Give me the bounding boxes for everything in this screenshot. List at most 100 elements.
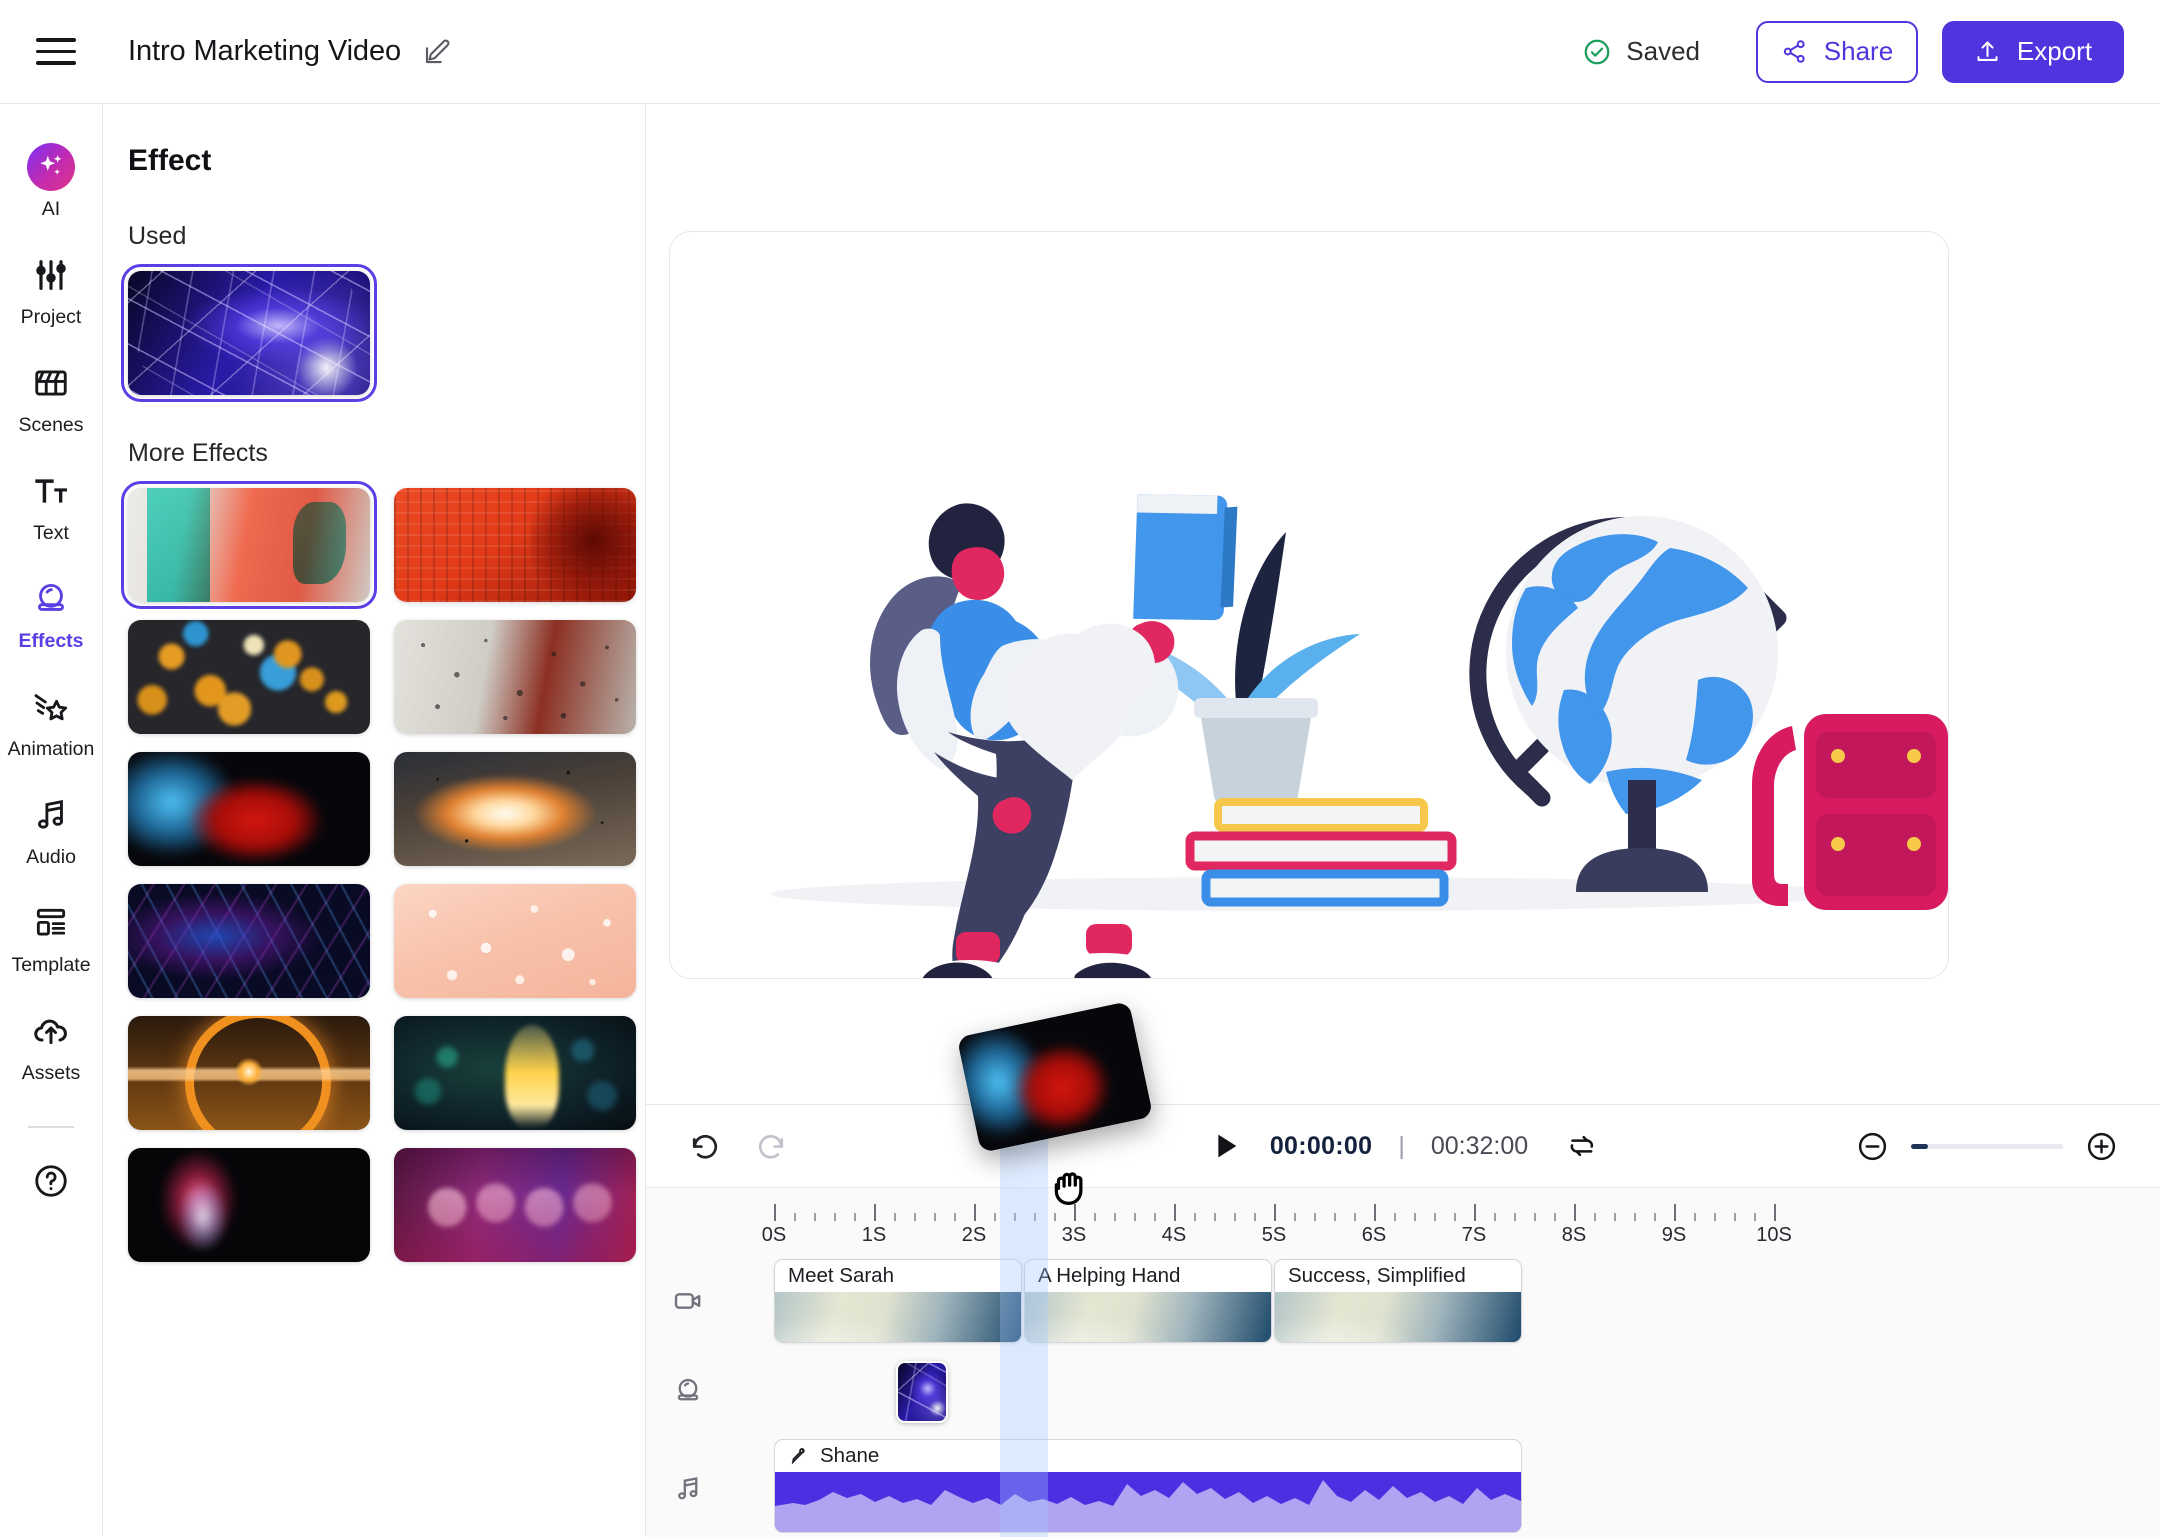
effect-thumbnail-red-code-overlay[interactable] bbox=[394, 488, 636, 602]
sidebar-item-ai[interactable]: AI bbox=[0, 128, 103, 236]
ruler-tick-label: 4S bbox=[1161, 1224, 1187, 1246]
undo-arrow-icon[interactable] bbox=[688, 1129, 722, 1163]
ruler-tick-minor bbox=[1114, 1213, 1116, 1221]
effect-thumbnail-red-blue-ink-smoke[interactable] bbox=[128, 752, 370, 866]
ruler-tick-minor bbox=[1554, 1213, 1556, 1221]
sidebar-item-label: Audio bbox=[26, 845, 76, 868]
sidebar-item-animation[interactable]: Animation bbox=[0, 668, 103, 776]
ruler-tick-label: 5S bbox=[1261, 1224, 1287, 1246]
ruler-tick-major bbox=[874, 1204, 876, 1221]
effect-thumbnail-echo-faces[interactable] bbox=[394, 1148, 636, 1262]
ruler-tick-minor bbox=[894, 1213, 896, 1221]
sidebar-item-label: Scenes bbox=[18, 413, 84, 436]
effects-panel: Effect Used More Effects bbox=[103, 104, 646, 1536]
ruler-tick-minor bbox=[1714, 1213, 1716, 1221]
ruler-tick-label: 6S bbox=[1361, 1224, 1387, 1246]
export-button-label: Export bbox=[2016, 36, 2093, 66]
ruler-tick-minor bbox=[1414, 1213, 1416, 1221]
ruler-tick-major bbox=[1174, 1204, 1176, 1221]
table-row[interactable]: Success, Simplified bbox=[1274, 1259, 1522, 1343]
ruler-tick-minor bbox=[1394, 1213, 1396, 1221]
sidebar-item-project[interactable]: Project bbox=[0, 236, 103, 344]
audio-clip[interactable]: Shane bbox=[774, 1439, 1522, 1533]
ruler-tick-minor bbox=[1514, 1213, 1516, 1221]
cloud-upload-icon bbox=[31, 1008, 71, 1054]
share-button[interactable]: Share bbox=[1756, 20, 1918, 83]
top-bar-actions: Saved Share Export bbox=[1582, 20, 2124, 83]
table-row[interactable]: Meet Sarah bbox=[774, 1259, 1022, 1343]
effect-track bbox=[646, 1353, 2160, 1429]
ruler-tick-minor bbox=[1134, 1213, 1136, 1221]
zoom-slider[interactable] bbox=[1911, 1143, 2063, 1149]
hamburger-menu-icon[interactable] bbox=[36, 31, 78, 73]
timeline-tracks: Meet Sarah A Helping Hand Success, Simpl… bbox=[646, 1249, 2160, 1537]
timeline-ruler[interactable]: 0S 1S 2S 3S 4S 5S 6S 7S 8S 9S 10S bbox=[646, 1187, 2160, 1249]
sidebar-item-scenes[interactable]: Scenes bbox=[0, 344, 103, 452]
clip-thumbnail bbox=[1275, 1292, 1521, 1342]
left-nav-rail: AI Project Scenes Text Effects Animation… bbox=[0, 104, 103, 1536]
redo-arrow-icon[interactable] bbox=[754, 1129, 788, 1163]
play-triangle-icon[interactable] bbox=[1208, 1128, 1244, 1164]
music-note-icon bbox=[668, 1473, 708, 1505]
zoom-in-circle-icon[interactable] bbox=[2085, 1130, 2118, 1163]
audio-track: Shane bbox=[646, 1429, 2160, 1537]
sidebar-item-assets[interactable]: Assets bbox=[0, 992, 103, 1100]
ruler-tick-minor bbox=[954, 1213, 956, 1221]
ruler-tick-minor bbox=[1694, 1213, 1696, 1221]
sidebar-item-audio[interactable]: Audio bbox=[0, 776, 103, 884]
sidebar-item-label: Project bbox=[20, 305, 82, 328]
loop-repeat-icon[interactable] bbox=[1566, 1130, 1598, 1162]
check-circle-icon bbox=[1584, 39, 1610, 64]
ruler-tick-minor bbox=[994, 1213, 996, 1221]
ruler-tick-major bbox=[1474, 1204, 1476, 1221]
ruler-tick-minor bbox=[814, 1213, 816, 1221]
effect-thumbnail-laser-beams[interactable] bbox=[121, 264, 377, 402]
table-row[interactable]: A Helping Hand bbox=[1024, 1259, 1272, 1343]
panel-title: Effect bbox=[128, 144, 212, 177]
effect-thumbnail-rain-on-glass[interactable] bbox=[394, 620, 636, 734]
time-separator: | bbox=[1398, 1131, 1405, 1160]
ruler-tick-minor bbox=[1734, 1213, 1736, 1221]
effect-thumbnail-water-droplets[interactable] bbox=[394, 884, 636, 998]
effect-thumbnail-chromatic-glitch[interactable] bbox=[121, 481, 377, 609]
ruler-tick-minor bbox=[1214, 1213, 1216, 1221]
sparkles-icon bbox=[27, 142, 75, 191]
effect-thumbnail-neon-warp-tunnel[interactable] bbox=[128, 884, 370, 998]
clip-label: Success, Simplified bbox=[1275, 1260, 1521, 1292]
share-nodes-icon bbox=[1783, 40, 1805, 63]
ruler-tick-minor bbox=[1154, 1213, 1156, 1221]
video-preview-canvas[interactable] bbox=[669, 231, 1949, 979]
effect-thumbnail-golden-bokeh[interactable] bbox=[128, 620, 370, 734]
total-time: 00:32:00 bbox=[1430, 1131, 1529, 1160]
sidebar-item-label: Assets bbox=[21, 1061, 81, 1084]
ruler-tick-minor bbox=[1054, 1213, 1056, 1221]
sidebar-item-text[interactable]: Text bbox=[0, 452, 103, 560]
laser-beams-art bbox=[128, 271, 370, 395]
ruler-tick-label: 8S bbox=[1561, 1224, 1587, 1246]
ruler-tick-minor bbox=[854, 1213, 856, 1221]
ruler-tick-minor bbox=[1534, 1213, 1536, 1221]
sidebar-item-label: Text bbox=[33, 521, 69, 544]
ruler-tick-minor bbox=[1254, 1213, 1256, 1221]
effect-thumbnail-pink-smoke-wisp[interactable] bbox=[128, 1148, 370, 1262]
sidebar-item-effects[interactable]: Effects bbox=[0, 560, 103, 668]
used-effects-list bbox=[121, 264, 645, 402]
edit-pencil-icon[interactable] bbox=[421, 36, 453, 68]
effect-clip-laser-beams[interactable] bbox=[896, 1361, 948, 1423]
text-size-icon bbox=[31, 468, 71, 514]
sidebar-item-template[interactable]: Template bbox=[0, 884, 103, 992]
export-button[interactable]: Export bbox=[1942, 20, 2124, 83]
ruler-tick-major bbox=[1774, 1204, 1776, 1221]
effect-thumbnail-sparkler-fireworks[interactable] bbox=[394, 1016, 636, 1130]
help-button[interactable] bbox=[0, 1146, 103, 1216]
ruler-tick-major bbox=[974, 1204, 976, 1221]
clapperboard-icon bbox=[32, 360, 70, 406]
effect-thumbnail-explosion-blast[interactable] bbox=[394, 752, 636, 866]
more-effects-grid bbox=[121, 481, 645, 1262]
timeline-controls: 00:00:00 | 00:32:00 bbox=[646, 1105, 2160, 1187]
ruler-tick-label: 10S bbox=[1756, 1224, 1792, 1246]
shooting-star-icon bbox=[31, 684, 71, 730]
crystal-ball-icon bbox=[32, 576, 70, 622]
effect-thumbnail-sunset-ring-glow[interactable] bbox=[128, 1016, 370, 1130]
zoom-out-circle-icon[interactable] bbox=[1856, 1130, 1889, 1163]
